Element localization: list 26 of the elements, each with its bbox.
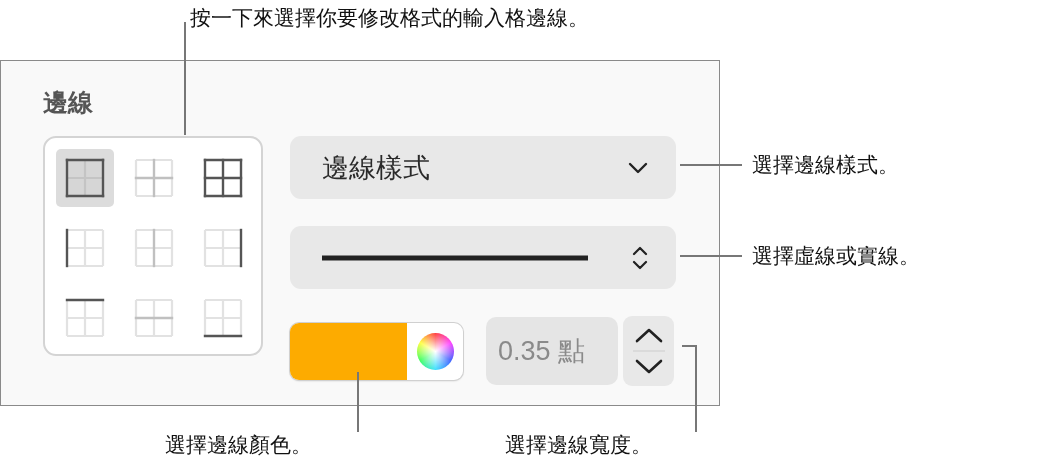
border-preset-icon xyxy=(203,298,243,338)
up-down-chevron-icon xyxy=(632,244,648,271)
border-preset-icon xyxy=(134,228,174,268)
leader-line xyxy=(679,164,743,166)
line-style-popup[interactable] xyxy=(290,226,676,289)
border-preset-icon xyxy=(65,228,105,268)
leader-line xyxy=(357,371,359,433)
border-preset-icon xyxy=(65,158,105,198)
section-title: 邊線 xyxy=(43,87,94,119)
border-preset-icon xyxy=(203,158,243,198)
chevron-down-icon xyxy=(628,161,648,174)
callout-text: 選擇邊線樣式。 xyxy=(752,152,899,178)
leader-line xyxy=(679,255,743,257)
border-preset-icon xyxy=(65,298,105,338)
border-preset-icon xyxy=(134,158,174,198)
border-preset-button[interactable] xyxy=(56,149,114,207)
border-preset-icon xyxy=(134,298,174,338)
border-preset-icon xyxy=(203,228,243,268)
callout-text: 選擇邊線寬度。 xyxy=(505,432,652,458)
border-style-popup[interactable]: 邊線樣式 xyxy=(290,136,676,199)
color-well[interactable] xyxy=(290,322,463,380)
callout-text: 選擇邊線顏色。 xyxy=(165,432,312,458)
color-wheel-icon xyxy=(416,332,454,370)
callout-text: 按一下來選擇你要修改格式的輸入格邊線。 xyxy=(190,5,589,31)
width-stepper[interactable] xyxy=(623,316,674,386)
callout-text: 選擇虛線或實線。 xyxy=(752,243,920,269)
